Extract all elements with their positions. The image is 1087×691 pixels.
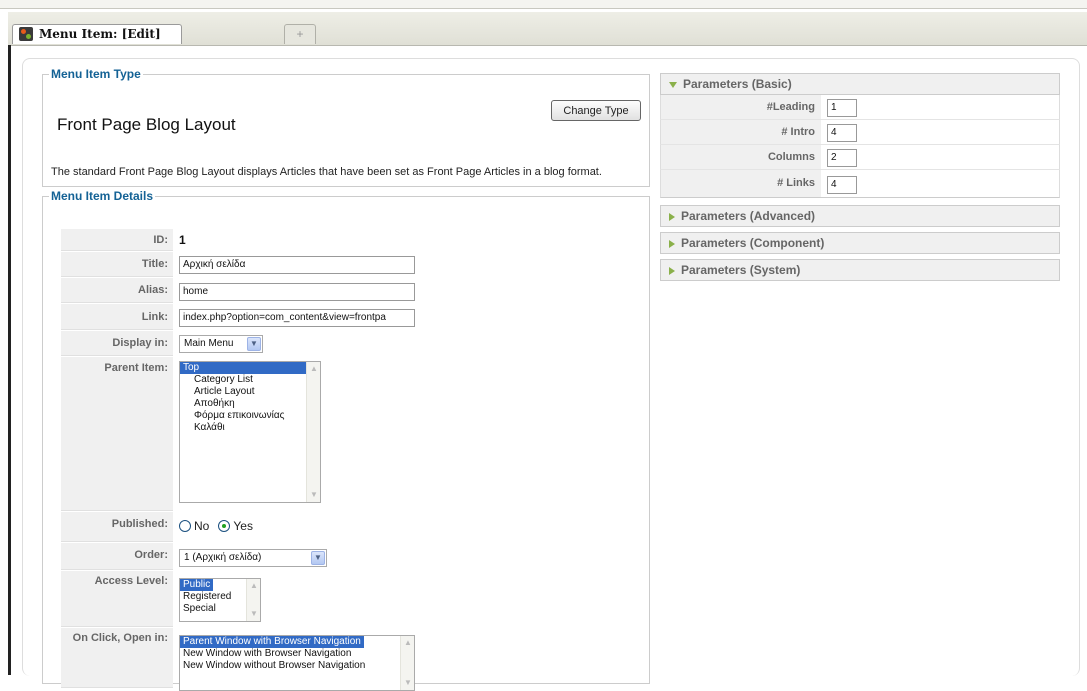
- on-click-open-in-label: On Click, Open in:: [61, 628, 173, 688]
- order-label: Order:: [61, 543, 173, 570]
- new-tab-button[interactable]: +: [284, 24, 316, 44]
- change-type-button[interactable]: Change Type: [551, 100, 641, 121]
- intro-label: # Intro: [661, 120, 821, 144]
- param-row-leading: #Leading 1: [660, 95, 1060, 120]
- list-item[interactable]: Public: [180, 579, 214, 591]
- parent-item-label: Parent Item:: [61, 357, 173, 511]
- list-item[interactable]: New Window with Browser Navigation: [180, 648, 414, 660]
- display-in-select[interactable]: Main Menu ▼: [179, 335, 263, 353]
- tab-title: Menu Item: [Edit]: [39, 27, 161, 41]
- published-no-radio[interactable]: [179, 520, 191, 532]
- published-radio-group: No Yes: [179, 519, 259, 533]
- scroll-up-icon[interactable]: ▲: [248, 580, 260, 592]
- scrollbar[interactable]: ▲ ▼: [246, 579, 260, 621]
- display-in-value: Main Menu: [184, 338, 234, 349]
- menu-item-details-legend: Menu Item Details: [51, 189, 154, 203]
- parameters-advanced-header[interactable]: Parameters (Advanced): [660, 205, 1060, 227]
- param-row-intro: # Intro 4: [660, 120, 1060, 145]
- param-row-columns: Columns 2: [660, 145, 1060, 170]
- intro-input[interactable]: 4: [827, 124, 857, 142]
- order-value: 1 (Αρχική σελίδα): [184, 552, 262, 563]
- on-click-open-in-listbox[interactable]: Parent Window with Browser Navigation Ne…: [179, 635, 415, 691]
- title-input[interactable]: Αρχική σελίδα: [179, 256, 415, 274]
- window-left-edge: [8, 45, 11, 675]
- scrollbar[interactable]: ▲ ▼: [306, 362, 320, 502]
- list-item[interactable]: Καλάθι: [180, 422, 320, 434]
- columns-input[interactable]: 2: [827, 149, 857, 167]
- scroll-down-icon[interactable]: ▼: [308, 489, 320, 501]
- scroll-down-icon[interactable]: ▼: [402, 677, 414, 689]
- published-label: Published:: [61, 512, 173, 542]
- links-input[interactable]: 4: [827, 176, 857, 194]
- menu-type-heading: Front Page Blog Layout: [57, 115, 236, 134]
- triangle-right-icon: [669, 212, 675, 221]
- parameters-basic-title: Parameters (Basic): [683, 77, 792, 91]
- list-item[interactable]: Top: [180, 362, 320, 374]
- triangle-right-icon: [669, 239, 675, 248]
- menu-item-type-legend: Menu Item Type: [51, 67, 141, 81]
- access-level-listbox[interactable]: Public Registered Special ▲ ▼: [179, 578, 261, 622]
- links-label: # Links: [661, 170, 821, 197]
- published-no-label: No: [194, 519, 210, 533]
- chevron-down-icon[interactable]: ▼: [311, 551, 325, 565]
- list-item[interactable]: Parent Window with Browser Navigation: [180, 636, 364, 648]
- parameters-component-title: Parameters (Component): [681, 236, 825, 250]
- parent-item-listbox[interactable]: Top Category List Article Layout Αποθήκη…: [179, 361, 321, 503]
- scroll-up-icon[interactable]: ▲: [308, 363, 320, 375]
- access-level-label: Access Level:: [61, 571, 173, 627]
- parameters-component-header[interactable]: Parameters (Component): [660, 232, 1060, 254]
- parameters-advanced-title: Parameters (Advanced): [681, 209, 816, 223]
- alias-label: Alias:: [61, 278, 173, 303]
- triangle-right-icon: [669, 266, 675, 275]
- menu-item-type-fieldset: Menu Item Type Front Page Blog Layout Ch…: [42, 67, 650, 187]
- chevron-down-icon[interactable]: ▼: [247, 337, 261, 351]
- alias-input[interactable]: home: [179, 283, 415, 301]
- scrollbar[interactable]: ▲ ▼: [400, 636, 414, 690]
- order-select[interactable]: 1 (Αρχική σελίδα) ▼: [179, 549, 327, 567]
- triangle-down-icon: [669, 81, 677, 88]
- parameters-system-title: Parameters (System): [681, 263, 801, 277]
- link-input[interactable]: index.php?option=com_content&view=frontp…: [179, 309, 415, 327]
- list-item[interactable]: Φόρμα επικοινωνίας: [180, 410, 320, 422]
- id-label: ID:: [61, 229, 173, 251]
- published-yes-radio[interactable]: [218, 520, 231, 532]
- list-item[interactable]: Category List: [180, 374, 320, 386]
- scroll-down-icon[interactable]: ▼: [248, 608, 260, 620]
- leading-input[interactable]: 1: [827, 99, 857, 117]
- list-item[interactable]: New Window without Browser Navigation: [180, 660, 414, 672]
- title-label: Title:: [61, 252, 173, 277]
- leading-label: #Leading: [661, 95, 821, 119]
- columns-label: Columns: [661, 145, 821, 169]
- tab-menu-item-edit[interactable]: Menu Item: [Edit]: [12, 24, 182, 44]
- menu-item-details-fieldset: Menu Item Details ID: 1 Title: Αρχική σε…: [42, 189, 650, 691]
- link-label: Link:: [61, 304, 173, 330]
- published-yes-label: Yes: [233, 519, 253, 533]
- display-in-label: Display in:: [61, 331, 173, 356]
- id-value: 1: [179, 233, 186, 247]
- param-row-links: # Links 4: [660, 170, 1060, 198]
- joomla-logo-icon: [19, 27, 33, 41]
- parameters-system-header[interactable]: Parameters (System): [660, 259, 1060, 281]
- scroll-up-icon[interactable]: ▲: [402, 637, 414, 649]
- parameters-basic-header[interactable]: Parameters (Basic): [660, 73, 1060, 95]
- list-item[interactable]: Article Layout: [180, 386, 320, 398]
- menu-type-description: The standard Front Page Blog Layout disp…: [51, 166, 602, 178]
- window-top-edge: [0, 0, 1087, 9]
- list-item[interactable]: Αποθήκη: [180, 398, 320, 410]
